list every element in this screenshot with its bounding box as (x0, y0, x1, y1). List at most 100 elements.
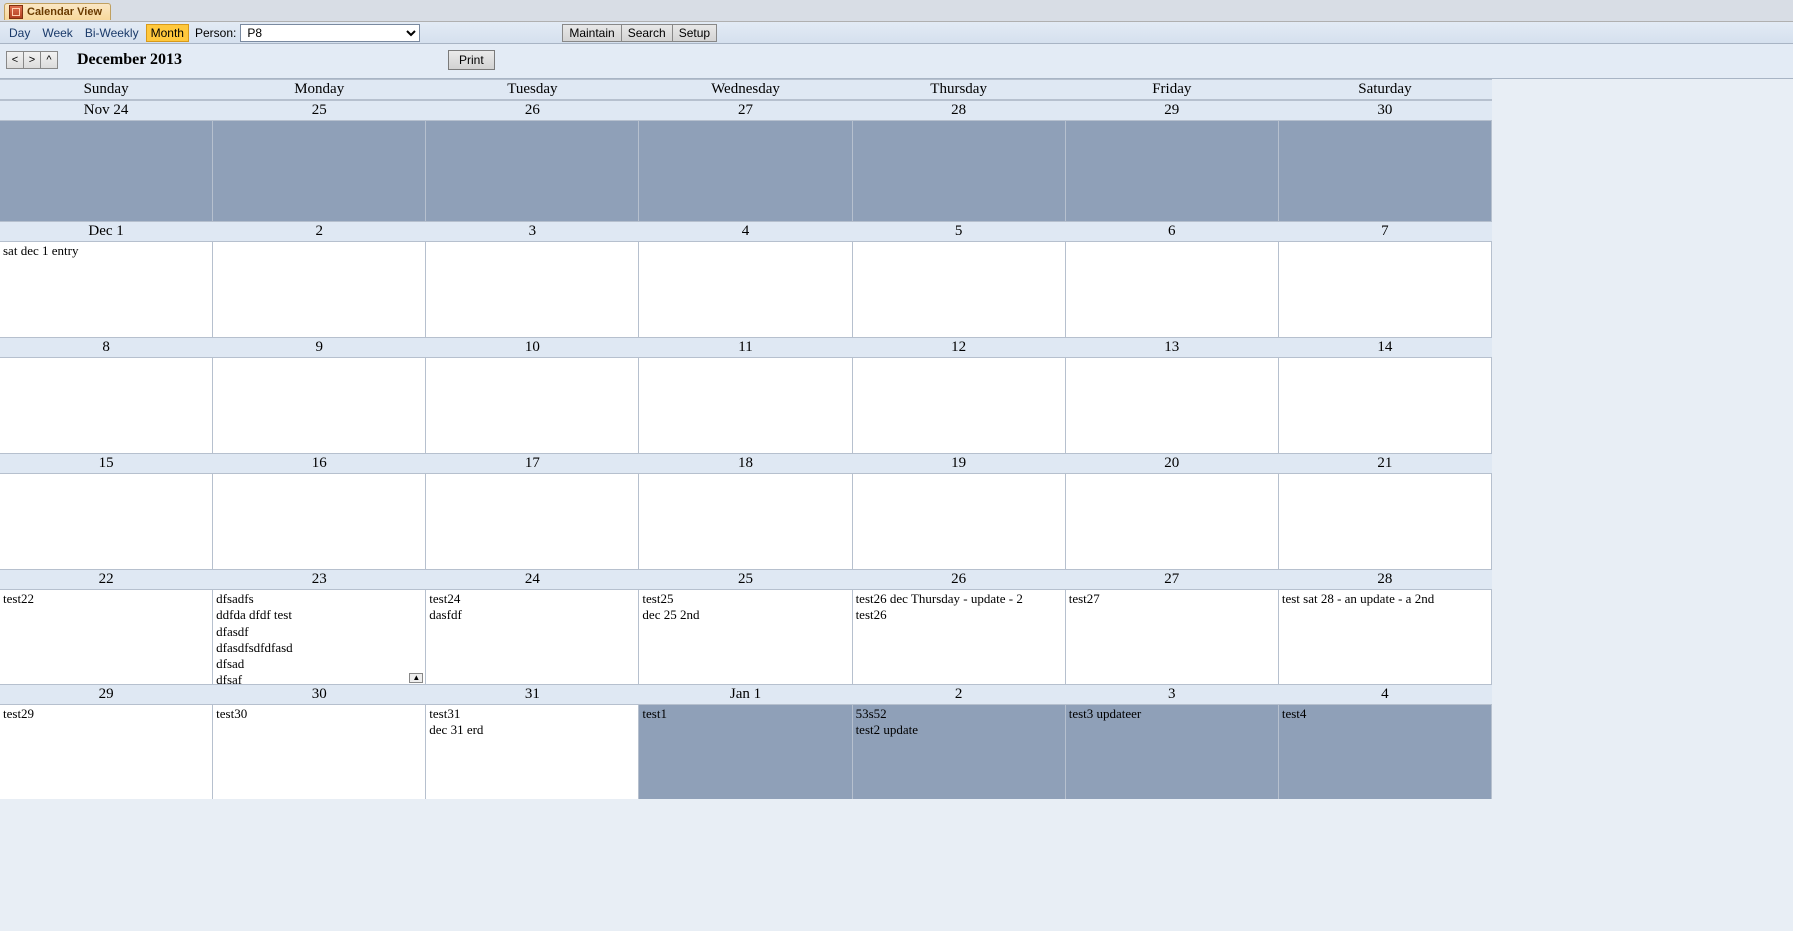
day-cell[interactable] (639, 474, 852, 569)
day-cell[interactable] (213, 474, 426, 569)
day-cell[interactable]: test29 (0, 705, 213, 799)
date-header-cell[interactable]: 14 (1279, 338, 1492, 357)
day-cell[interactable] (213, 242, 426, 337)
day-cell[interactable] (213, 121, 426, 221)
day-cell[interactable]: test26 dec Thursday - update - 2 test26 (853, 590, 1066, 684)
view-month-button[interactable]: Month (146, 24, 189, 42)
day-cell[interactable] (0, 358, 213, 453)
date-header-cell[interactable]: 5 (853, 222, 1066, 241)
date-header-cell[interactable]: 19 (853, 454, 1066, 473)
day-cell[interactable]: test3 updateer (1066, 705, 1279, 799)
date-header-cell[interactable]: 2 (853, 685, 1066, 704)
prev-month-button[interactable]: < (6, 51, 24, 69)
day-cell[interactable] (1066, 474, 1279, 569)
date-header-cell[interactable]: 24 (426, 570, 639, 589)
day-cell[interactable]: dfsadfs ddfda dfdf test dfasdf dfasdfsdf… (213, 590, 426, 684)
date-header-cell[interactable]: 11 (639, 338, 852, 357)
today-button[interactable]: ^ (40, 51, 58, 69)
more-entries-indicator[interactable]: ▲ (409, 673, 423, 683)
day-cell[interactable] (426, 121, 639, 221)
day-cell[interactable]: test31 dec 31 erd (426, 705, 639, 799)
view-biweekly-button[interactable]: Bi-Weekly (80, 24, 144, 42)
date-header-cell[interactable]: 28 (1279, 570, 1492, 589)
day-cell[interactable] (1279, 474, 1492, 569)
date-header-cell[interactable]: 4 (639, 222, 852, 241)
date-header-cell[interactable]: 29 (1066, 101, 1279, 120)
date-header-cell[interactable]: 10 (426, 338, 639, 357)
day-cell[interactable] (426, 474, 639, 569)
day-cell[interactable] (0, 474, 213, 569)
date-header-cell[interactable]: 28 (853, 101, 1066, 120)
day-cell[interactable]: test30 (213, 705, 426, 799)
day-cell[interactable] (853, 121, 1066, 221)
day-cell[interactable] (1066, 242, 1279, 337)
tab-title: Calendar View (27, 6, 102, 18)
date-header-cell[interactable]: 15 (0, 454, 213, 473)
person-select[interactable]: P8 (240, 24, 420, 42)
date-header-cell[interactable]: 4 (1279, 685, 1492, 704)
view-toolbar: Day Week Bi-Weekly Month Person: P8 Main… (0, 22, 1793, 44)
day-cell[interactable]: test25 dec 25 2nd (639, 590, 852, 684)
day-cell[interactable]: test1 (639, 705, 852, 799)
day-cell[interactable] (639, 358, 852, 453)
day-cell[interactable]: 53s52 test2 update (853, 705, 1066, 799)
date-header-cell[interactable]: Dec 1 (0, 222, 213, 241)
day-cell[interactable] (853, 242, 1066, 337)
day-cell[interactable] (213, 358, 426, 453)
view-day-button[interactable]: Day (4, 24, 35, 42)
day-cell[interactable] (426, 242, 639, 337)
date-header-cell[interactable]: 17 (426, 454, 639, 473)
day-cell[interactable] (853, 358, 1066, 453)
date-header-cell[interactable]: Jan 1 (639, 685, 852, 704)
day-cell[interactable] (639, 121, 852, 221)
setup-button[interactable]: Setup (672, 24, 717, 42)
tab-calendar-view[interactable]: Calendar View (4, 3, 111, 20)
date-header-cell[interactable]: 21 (1279, 454, 1492, 473)
search-button[interactable]: Search (621, 24, 673, 42)
date-header-cell[interactable]: 18 (639, 454, 852, 473)
view-week-button[interactable]: Week (37, 24, 77, 42)
date-header-cell[interactable]: 26 (853, 570, 1066, 589)
day-cell[interactable]: test22 (0, 590, 213, 684)
date-header-cell[interactable]: 22 (0, 570, 213, 589)
date-header-cell[interactable]: 31 (426, 685, 639, 704)
date-header-cell[interactable]: 30 (213, 685, 426, 704)
date-header-cell[interactable]: 16 (213, 454, 426, 473)
day-cell[interactable] (639, 242, 852, 337)
date-header-cell[interactable]: 12 (853, 338, 1066, 357)
date-header-cell[interactable]: 29 (0, 685, 213, 704)
day-cell[interactable]: sat dec 1 entry (0, 242, 213, 337)
date-header-cell[interactable]: 3 (426, 222, 639, 241)
date-header-cell[interactable]: 9 (213, 338, 426, 357)
date-header-cell[interactable]: 20 (1066, 454, 1279, 473)
date-header-cell[interactable]: 2 (213, 222, 426, 241)
print-button[interactable]: Print (448, 50, 495, 70)
day-cell[interactable] (1279, 242, 1492, 337)
day-cell[interactable] (1279, 358, 1492, 453)
day-cell[interactable] (1279, 121, 1492, 221)
date-header-cell[interactable]: Nov 24 (0, 101, 213, 120)
date-header-cell[interactable]: 13 (1066, 338, 1279, 357)
date-header-cell[interactable]: 27 (639, 101, 852, 120)
day-cell[interactable] (0, 121, 213, 221)
day-cell[interactable] (1066, 358, 1279, 453)
day-cell[interactable]: test27 (1066, 590, 1279, 684)
day-cell[interactable] (853, 474, 1066, 569)
date-header-cell[interactable]: 25 (639, 570, 852, 589)
date-header-cell[interactable]: 6 (1066, 222, 1279, 241)
date-header-cell[interactable]: 3 (1066, 685, 1279, 704)
day-cell[interactable]: test sat 28 - an update - a 2nd (1279, 590, 1492, 684)
date-header-cell[interactable]: 27 (1066, 570, 1279, 589)
date-header-cell[interactable]: 7 (1279, 222, 1492, 241)
date-header-cell[interactable]: 8 (0, 338, 213, 357)
day-cell[interactable] (426, 358, 639, 453)
next-month-button[interactable]: > (23, 51, 41, 69)
date-header-cell[interactable]: 23 (213, 570, 426, 589)
date-header-cell[interactable]: 30 (1279, 101, 1492, 120)
date-header-cell[interactable]: 26 (426, 101, 639, 120)
day-cell[interactable] (1066, 121, 1279, 221)
date-header-cell[interactable]: 25 (213, 101, 426, 120)
day-cell[interactable]: test24 dasfdf (426, 590, 639, 684)
maintain-button[interactable]: Maintain (562, 24, 621, 42)
day-cell[interactable]: test4 (1279, 705, 1492, 799)
